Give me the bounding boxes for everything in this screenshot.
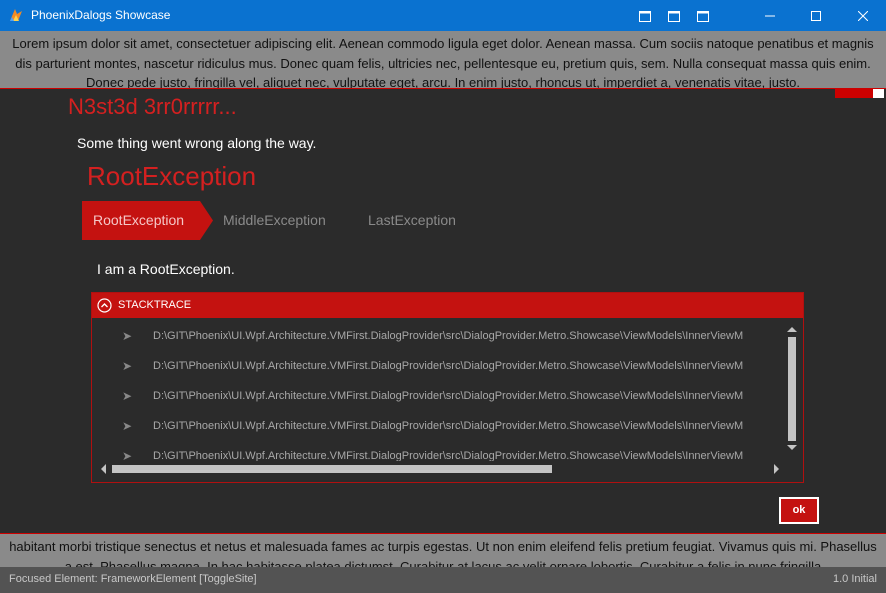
- scroll-right-icon[interactable]: [774, 464, 779, 474]
- horizontal-scrollbar[interactable]: [96, 461, 786, 477]
- stacktrace-panel: STACKTRACE ➤ D:\GIT\Phoenix\UI.Wpf.Archi…: [91, 292, 804, 483]
- arrow-right-icon: ➤: [122, 449, 133, 461]
- vertical-scroll-thumb[interactable]: [788, 337, 796, 441]
- accent-bar: [835, 89, 873, 98]
- focused-element-status: Focused Element: FrameworkElement [Toggl…: [9, 573, 257, 585]
- stacktrace-row-text: D:\GIT\Phoenix\UI.Wpf.Architecture.VMFir…: [153, 330, 744, 342]
- window-titlebar[interactable]: PhoenixDalogs Showcase: [0, 0, 886, 31]
- scroll-down-icon[interactable]: [787, 445, 797, 450]
- status-bar: Focused Element: FrameworkElement [Toggl…: [0, 567, 886, 593]
- app-logo-icon: [10, 9, 22, 21]
- dialog-message: Some thing went wrong along the way.: [77, 135, 317, 151]
- layout-icon-3[interactable]: [697, 9, 709, 22]
- stacktrace-row[interactable]: ➤ D:\GIT\Phoenix\UI.Wpf.Architecture.VMF…: [92, 443, 786, 461]
- ok-button[interactable]: ok: [779, 497, 819, 524]
- arrow-right-icon: ➤: [122, 359, 133, 373]
- arrow-right-icon: ➤: [122, 389, 133, 403]
- breadcrumb-root-exception[interactable]: RootException: [82, 201, 213, 240]
- layout-icon-2[interactable]: [668, 9, 680, 22]
- vertical-scrollbar[interactable]: [786, 323, 800, 461]
- stacktrace-list[interactable]: ➤ D:\GIT\Phoenix\UI.Wpf.Architecture.VMF…: [92, 323, 786, 461]
- minimize-button[interactable]: [747, 0, 793, 31]
- scroll-left-icon[interactable]: [101, 464, 106, 474]
- stacktrace-row-text: D:\GIT\Phoenix\UI.Wpf.Architecture.VMFir…: [153, 360, 744, 372]
- minimize-icon: [765, 15, 775, 16]
- stacktrace-expander[interactable]: STACKTRACE: [92, 293, 803, 318]
- window-title: PhoenixDalogs Showcase: [31, 8, 171, 22]
- exception-title: RootException: [87, 161, 257, 191]
- arrow-right-icon: ➤: [122, 419, 133, 433]
- exception-message: I am a RootException.: [97, 261, 235, 277]
- maximize-button[interactable]: [793, 0, 839, 31]
- horizontal-scroll-thumb[interactable]: [112, 465, 552, 473]
- stacktrace-row[interactable]: ➤ D:\GIT\Phoenix\UI.Wpf.Architecture.VMF…: [92, 353, 786, 383]
- stacktrace-row-text: D:\GIT\Phoenix\UI.Wpf.Architecture.VMFir…: [153, 420, 744, 432]
- stacktrace-row-text: D:\GIT\Phoenix\UI.Wpf.Architecture.VMFir…: [153, 450, 744, 461]
- arrow-right-icon: ➤: [122, 329, 133, 343]
- stacktrace-row[interactable]: ➤ D:\GIT\Phoenix\UI.Wpf.Architecture.VMF…: [92, 413, 786, 443]
- error-dialog: N3st3d 3rr0rrrrr... Some thing went wron…: [0, 89, 886, 533]
- maximize-icon: [811, 10, 821, 21]
- breadcrumb-last-exception[interactable]: LastException: [368, 201, 456, 240]
- close-button[interactable]: [840, 0, 886, 31]
- layout-icon-1[interactable]: [639, 9, 651, 22]
- stacktrace-label: STACKTRACE: [118, 299, 192, 311]
- accent-indicator: [873, 89, 884, 98]
- dialog-title: N3st3d 3rr0rrrrr...: [68, 94, 237, 119]
- lorem-text-top: Lorem ipsum dolor sit amet, consectetuer…: [0, 31, 886, 89]
- lorem-text-bottom: habitant morbi tristique senectus et net…: [0, 533, 886, 567]
- scroll-up-icon[interactable]: [787, 327, 797, 332]
- stacktrace-row[interactable]: ➤ D:\GIT\Phoenix\UI.Wpf.Architecture.VMF…: [92, 323, 786, 353]
- stacktrace-row[interactable]: ➤ D:\GIT\Phoenix\UI.Wpf.Architecture.VMF…: [92, 383, 786, 413]
- chevron-up-circle-icon[interactable]: [97, 298, 112, 313]
- close-icon: [858, 10, 868, 21]
- breadcrumb-middle-exception[interactable]: MiddleException: [223, 201, 326, 240]
- version-status: 1.0 Initial: [832, 573, 877, 585]
- stacktrace-row-text: D:\GIT\Phoenix\UI.Wpf.Architecture.VMFir…: [153, 390, 744, 402]
